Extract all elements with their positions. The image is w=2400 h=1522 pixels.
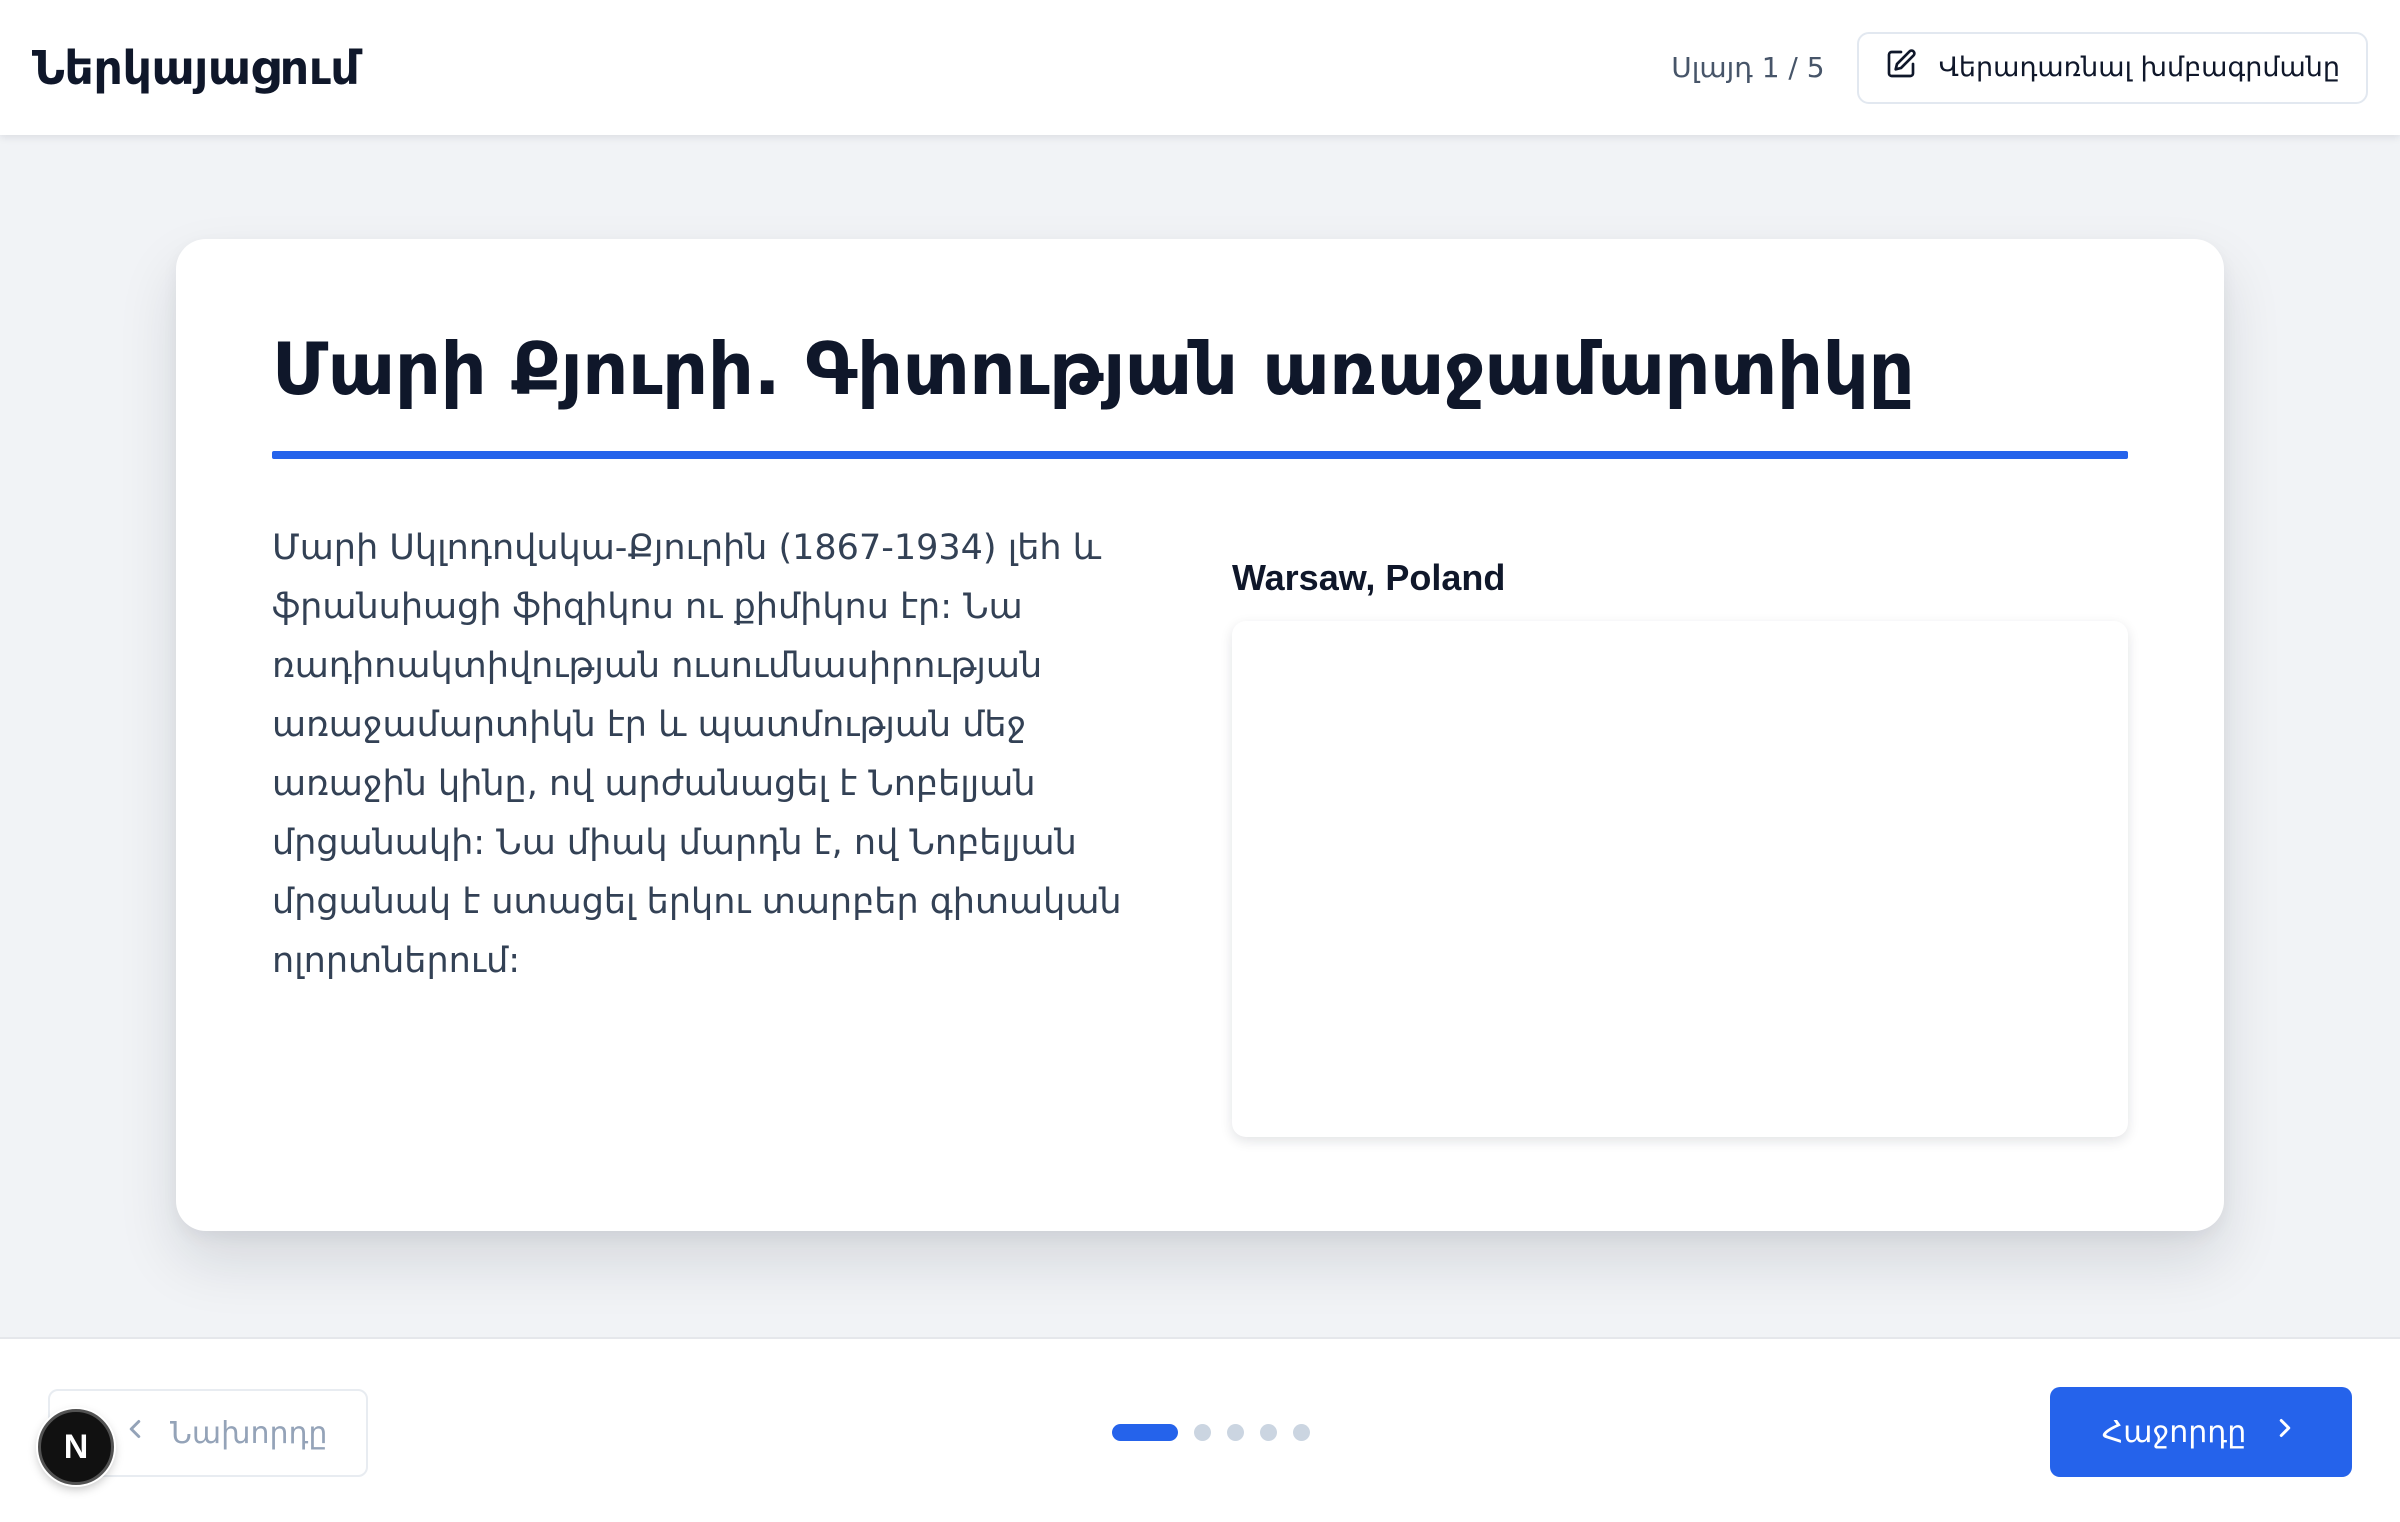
top-bar: Ներկայացում Սլայդ 1 / 5 Վերադառնալ խմբագ… — [0, 0, 2400, 135]
slide-title: Մարի Քյուրի. Գիտության առաջամարտիկը — [272, 327, 1915, 411]
app-title: Ներկայացում — [32, 40, 360, 95]
back-to-editor-button[interactable]: Վերադառնալ խմբագրմանը — [1856, 31, 2368, 104]
slide-stage: Մարի Քյուրի. Գիտության առաջամարտիկը Մարի… — [0, 135, 2400, 1337]
bottom-navigation: Նախորդը Հաջորդը N — [0, 1337, 2400, 1522]
header-actions: Սլայդ 1 / 5 Վերադառնալ խմբագրմանը — [1671, 31, 2368, 104]
chevron-left-icon — [120, 1414, 150, 1452]
slide-card: Մարի Քյուրի. Գիտության առաջամարտիկը Մարի… — [176, 239, 2224, 1231]
map-embed[interactable] — [1232, 621, 2128, 1137]
slide-progress-dots — [1112, 1423, 1310, 1441]
slide-dot-3[interactable] — [1227, 1423, 1244, 1441]
title-underline — [272, 451, 2128, 459]
slide-dot-1[interactable] — [1112, 1423, 1178, 1441]
slide-counter: Սլայդ 1 / 5 — [1671, 51, 1825, 84]
previous-label: Նախորդը — [170, 1415, 328, 1451]
chevron-right-icon — [2270, 1413, 2300, 1451]
next-label: Հաջորդը — [2101, 1414, 2247, 1450]
nextjs-logo-icon[interactable]: N — [38, 1409, 114, 1485]
slide-body-text: Մարի Սկլոդովսկա-Քյուրին (1867-1934) լեհ … — [272, 528, 1122, 981]
next-button[interactable]: Հաջորդը — [2050, 1387, 2352, 1477]
slide-dot-5[interactable] — [1293, 1423, 1310, 1441]
pencil-square-icon — [1885, 48, 1917, 87]
slide-dot-2[interactable] — [1194, 1423, 1211, 1441]
map-caption: Warsaw, Poland — [1232, 557, 1506, 598]
slide-dot-4[interactable] — [1260, 1423, 1277, 1441]
back-to-editor-label: Վերադառնալ խմբագրմանը — [1938, 52, 2340, 83]
